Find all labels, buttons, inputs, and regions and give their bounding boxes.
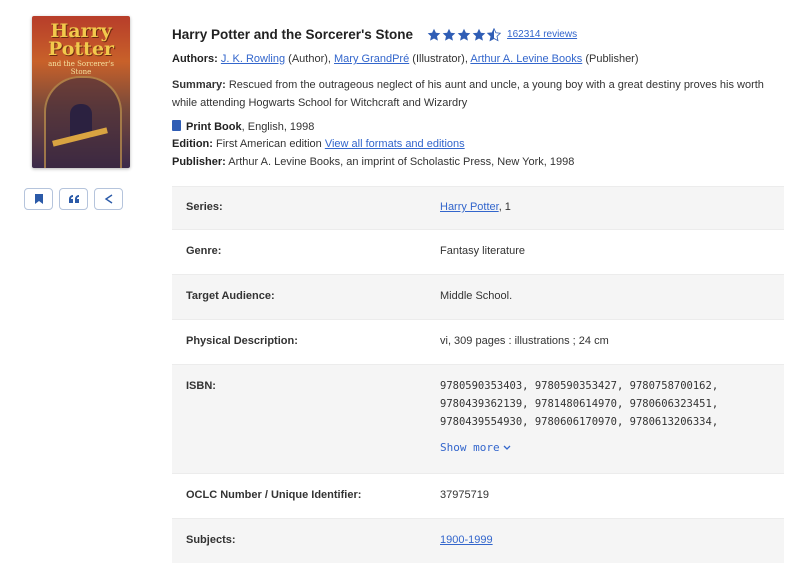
isbn-value: 9780590353403, 9780590353427, 9780758700… [440, 377, 718, 457]
author-link-rowling[interactable]: J. K. Rowling [221, 53, 285, 65]
star-rating [427, 27, 502, 42]
series-link[interactable]: Harry Potter [440, 201, 499, 213]
edition-label: Edition: [172, 138, 213, 150]
chevron-down-icon [503, 445, 511, 450]
table-row-audience: Target Audience: Middle School. [172, 274, 784, 319]
star-icon [472, 28, 486, 41]
audience-value: Middle School. [440, 290, 513, 302]
author-link-grandpre[interactable]: Mary GrandPré [334, 53, 409, 65]
table-row-subjects: Subjects: 1900-1999 [172, 518, 784, 563]
summary: Summary: Rescued from the outrageous neg… [172, 76, 772, 112]
quote-icon [68, 195, 79, 203]
book-cover-image[interactable]: Harry Potter and the Sorcerer's Stone [32, 16, 130, 168]
subjects-label: Subjects: [186, 534, 236, 546]
show-more-label: Show more [440, 441, 500, 454]
publisher-label: Publisher: [172, 156, 226, 168]
isbn-line: 9780439362139, 9781480614970, 9780606323… [440, 398, 719, 410]
edition-value: First American edition [216, 138, 322, 150]
book-title: Harry Potter and the Sorcerer's Stone [172, 27, 414, 42]
author-link-levine[interactable]: Arthur A. Levine Books [470, 53, 582, 65]
table-row-physical: Physical Description: vi, 309 pages : il… [172, 319, 784, 364]
table-row-genre: Genre: Fantasy literature [172, 229, 784, 274]
show-more-button[interactable]: Show more [440, 439, 511, 457]
isbn-label: ISBN: [186, 380, 216, 392]
share-icon [104, 194, 114, 204]
star-icon [427, 28, 441, 41]
star-half-icon [487, 27, 502, 41]
action-buttons [24, 188, 123, 210]
format-line: Print Book, English, 1998 [172, 120, 314, 133]
table-row-series: Series: Harry Potter, 1 [172, 186, 784, 229]
series-number: , 1 [498, 201, 511, 213]
author-role: (Illustrator), [412, 53, 468, 65]
author-role: (Publisher) [585, 53, 639, 65]
audience-label: Target Audience: [186, 290, 275, 302]
authors-line: Authors: J. K. Rowling (Author), Mary Gr… [172, 53, 639, 65]
cover-title: Harry Potter [47, 20, 115, 60]
series-label: Series: [186, 201, 223, 213]
genre-label: Genre: [186, 245, 222, 257]
share-button[interactable] [94, 188, 123, 210]
oclc-value: 37975719 [440, 489, 489, 501]
reviews-link[interactable]: 162314 reviews [507, 29, 577, 40]
subjects-value: 1900-1999 [440, 531, 493, 549]
format-label: Print Book [186, 121, 242, 133]
edition-line: Edition: First American edition View all… [172, 138, 465, 150]
cite-button[interactable] [59, 188, 88, 210]
subjects-link[interactable]: 1900-1999 [440, 534, 493, 546]
bookmark-icon [34, 194, 43, 204]
format-details: , English, 1998 [241, 121, 315, 133]
publisher-line: Publisher: Arthur A. Levine Books, an im… [172, 156, 574, 168]
series-value: Harry Potter, 1 [440, 198, 511, 216]
star-icon [457, 28, 471, 41]
genre-value: Fantasy literature [440, 245, 525, 257]
star-icon [442, 28, 456, 41]
author-role: (Author), [288, 53, 331, 65]
view-all-editions-link[interactable]: View all formats and editions [325, 138, 465, 150]
cover-subtitle: and the Sorcerer's Stone [48, 60, 114, 76]
bookmark-button[interactable] [24, 188, 53, 210]
isbn-line: 9780590353403, 9780590353427, 9780758700… [440, 380, 719, 392]
details-table: Series: Harry Potter, 1 Genre: Fantasy l… [172, 186, 784, 563]
oclc-label: OCLC Number / Unique Identifier: [186, 489, 362, 501]
publisher-value: Arthur A. Levine Books, an imprint of Sc… [228, 156, 575, 168]
summary-text: Rescued from the outrageous neglect of h… [172, 79, 764, 109]
book-icon [172, 120, 181, 131]
authors-label: Authors: [172, 53, 218, 65]
table-row-oclc: OCLC Number / Unique Identifier: 3797571… [172, 473, 784, 518]
table-row-isbn: ISBN: 9780590353403, 9780590353427, 9780… [172, 364, 784, 473]
physical-label: Physical Description: [186, 335, 298, 347]
isbn-line: 9780439554930, 9780606170970, 9780613206… [440, 416, 719, 428]
physical-value: vi, 309 pages : illustrations ; 24 cm [440, 335, 609, 347]
summary-label: Summary: [172, 79, 226, 91]
